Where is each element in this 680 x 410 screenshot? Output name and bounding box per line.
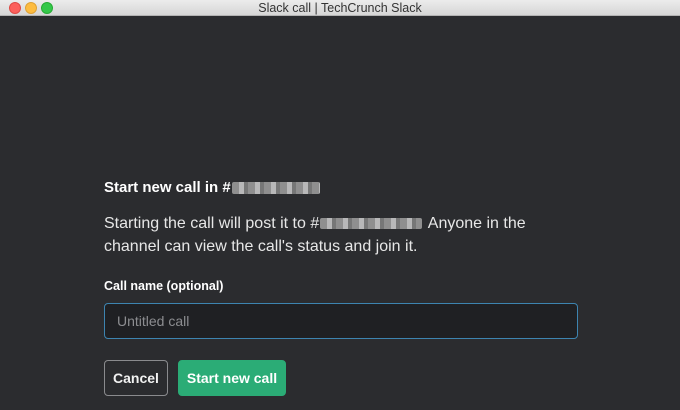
call-name-input[interactable] [104, 303, 578, 339]
dialog-actions: Cancel Start new call [104, 360, 578, 396]
description-prefix: Starting the call will post it to # [104, 215, 320, 232]
cancel-button[interactable]: Cancel [104, 360, 168, 396]
heading-text: Start new call in # [104, 179, 231, 196]
redacted-channel-name [231, 182, 320, 195]
start-call-dialog: Start new call in # Starting the call wi… [104, 176, 578, 396]
window-title: Slack call | TechCrunch Slack [258, 1, 422, 15]
dialog-heading: Start new call in # [104, 176, 578, 200]
start-new-call-button[interactable]: Start new call [178, 360, 286, 396]
slack-call-window: Slack call | TechCrunch Slack Start new … [0, 0, 680, 410]
title-bar[interactable]: Slack call | TechCrunch Slack [0, 0, 680, 16]
call-name-label: Call name (optional) [104, 279, 224, 293]
dialog-description: Starting the call will post it to # Anyo… [104, 212, 544, 258]
redacted-channel-name [320, 218, 423, 230]
